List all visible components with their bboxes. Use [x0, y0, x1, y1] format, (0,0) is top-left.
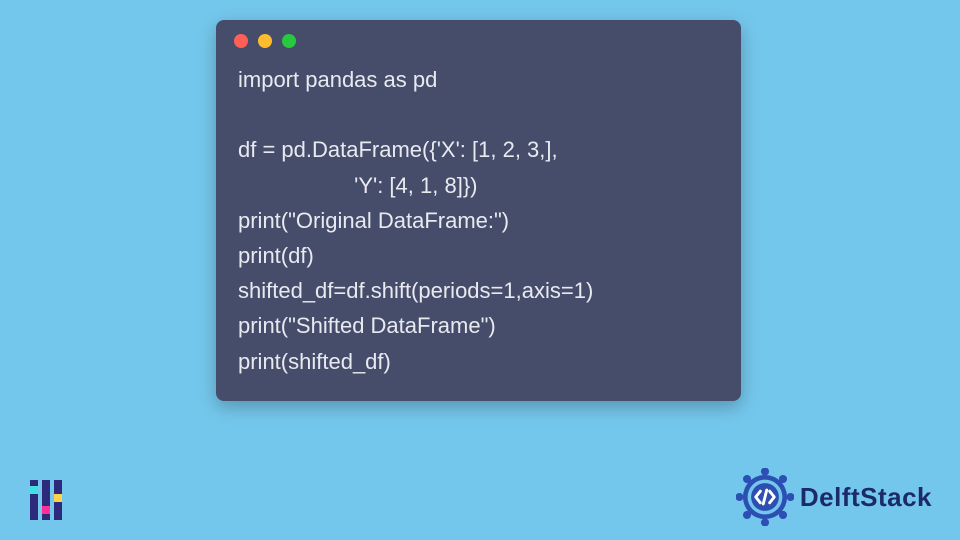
- zoom-icon[interactable]: [282, 34, 296, 48]
- logo-bar: [30, 480, 38, 520]
- code-line: print("Shifted DataFrame"): [238, 313, 496, 338]
- logo-bar: [54, 480, 62, 520]
- code-window: import pandas as pd df = pd.DataFrame({'…: [216, 20, 741, 401]
- logo-pip: [30, 486, 38, 494]
- code-line: print(shifted_df): [238, 349, 391, 374]
- code-line: print("Original DataFrame:"): [238, 208, 509, 233]
- code-block: import pandas as pd df = pd.DataFrame({'…: [216, 56, 741, 401]
- code-line: print(df): [238, 243, 314, 268]
- logo-pip: [54, 494, 62, 502]
- code-line: 'Y': [4, 1, 8]}): [238, 173, 478, 198]
- brand-badge-icon: [736, 468, 794, 526]
- minimize-icon[interactable]: [258, 34, 272, 48]
- logo-bar: [42, 480, 50, 520]
- brand: DelftStack: [736, 468, 932, 526]
- close-icon[interactable]: [234, 34, 248, 48]
- secondary-logo-icon: [30, 476, 62, 520]
- code-line: df = pd.DataFrame({'X': [1, 2, 3,],: [238, 137, 558, 162]
- logo-pip: [42, 506, 50, 514]
- code-line: import pandas as pd: [238, 67, 437, 92]
- brand-name: DelftStack: [800, 482, 932, 513]
- window-titlebar: [216, 20, 741, 56]
- code-line: shifted_df=df.shift(periods=1,axis=1): [238, 278, 593, 303]
